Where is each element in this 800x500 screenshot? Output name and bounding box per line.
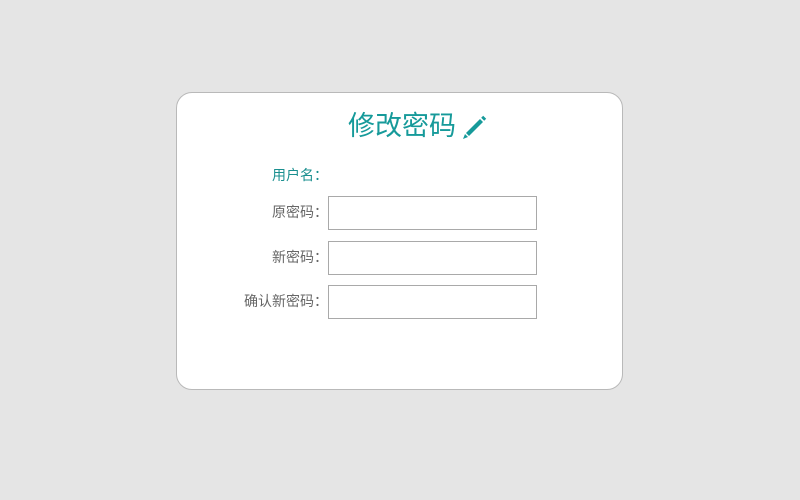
page-title: 修改密码	[348, 109, 490, 145]
new-password-label: 新密码：	[272, 250, 328, 266]
old-password-input[interactable]	[328, 196, 537, 230]
new-password-row: 新密码：	[177, 241, 624, 275]
confirm-password-input[interactable]	[328, 285, 537, 319]
old-password-row: 原密码：	[177, 196, 624, 230]
username-label: 用户名：	[272, 168, 328, 184]
username-row: 用户名：	[177, 159, 624, 193]
pencil-icon	[460, 112, 490, 142]
change-password-card: 修改密码 用户名： 原密码： 新密码： 确认新密码：	[176, 92, 623, 390]
title-text: 修改密码	[348, 111, 456, 142]
old-password-label: 原密码：	[272, 205, 328, 221]
confirm-password-row: 确认新密码：	[177, 285, 624, 319]
confirm-password-label: 确认新密码：	[244, 294, 328, 310]
new-password-input[interactable]	[328, 241, 537, 275]
